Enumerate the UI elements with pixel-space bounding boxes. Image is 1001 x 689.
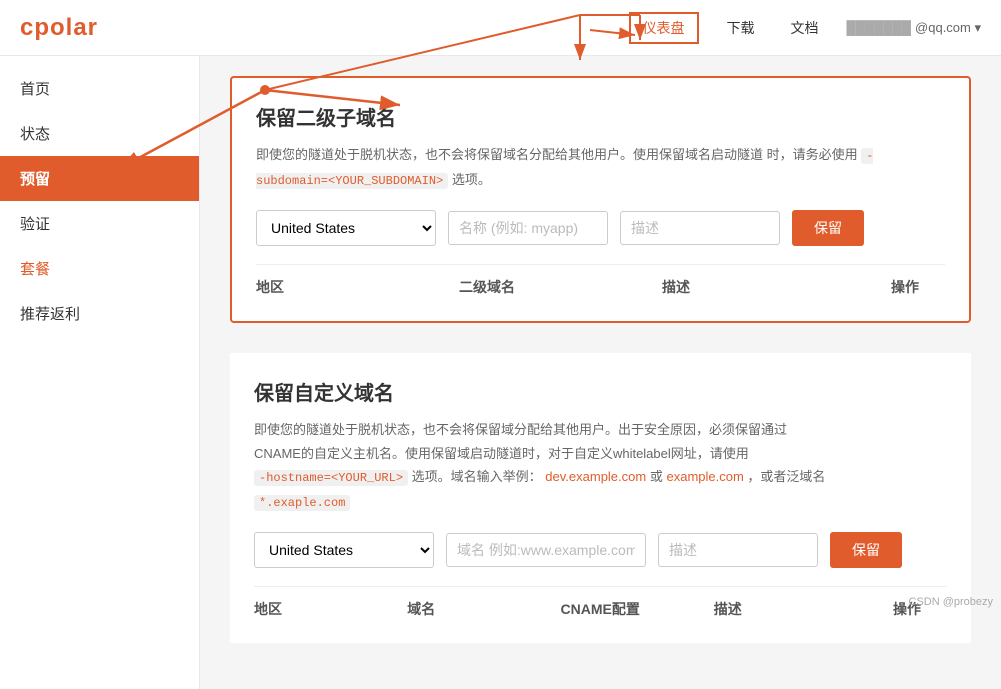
header-nav: 仪表盘 下载 文档 ███████ @qq.com ▾ [629,12,981,44]
section2-link1[interactable]: dev.example.com [545,469,646,484]
sidebar: 首页 状态 预留 验证 套餐 推荐返利 [0,56,200,689]
section2-title: 保留自定义域名 [254,377,947,406]
section1-name-input[interactable] [448,211,608,245]
section1-form-row: United States 保留 [256,210,945,246]
section1-col-subdomain: 二级域名 [459,277,662,297]
user-email: ███████ [847,20,911,35]
section1-title: 保留二级子域名 [256,102,945,131]
section1-desc3: 选项。 [452,172,491,187]
section1-save-button[interactable]: 保留 [792,210,864,246]
section2-desc3: 选项。域名输入举例： [412,469,542,484]
section1-country-select[interactable]: United States [256,210,436,246]
watermark: CSDN @probezy [908,596,993,608]
section2-country-select[interactable]: United States [254,532,434,568]
section-reserve-subdomain: 保留二级子域名 即使您的隧道处于脱机状态，也不会将保留域名分配给其他用户。使用保… [230,76,971,323]
section1-desc2: 时，请务必使用 [767,147,858,162]
dashboard-nav-item[interactable]: 仪表盘 [629,12,699,44]
section2-desc-input[interactable] [658,533,818,567]
docs-nav-item[interactable]: 文档 [783,14,827,42]
sidebar-item-referral[interactable]: 推荐返利 [0,291,199,336]
section2-desc4: 或 [650,469,663,484]
section1-col-op: 操作 [865,277,945,297]
sidebar-item-home[interactable]: 首页 [0,66,199,111]
sidebar-item-reserve[interactable]: 预留 [0,156,199,201]
sidebar-item-verify[interactable]: 验证 [0,201,199,246]
section2-domain-input[interactable] [446,533,646,567]
sidebar-item-plan[interactable]: 套餐 [0,246,199,291]
section2-link2[interactable]: example.com [666,469,743,484]
section1-col-desc: 描述 [662,277,865,297]
section-reserve-custom-domain: 保留自定义域名 即使您的隧道处于脱机状态，也不会将保留域分配给其他用户。出于安全… [230,353,971,643]
logo: cpolar [20,14,98,42]
main-content: 保留二级子域名 即使您的隧道处于脱机状态，也不会将保留域名分配给其他用户。使用保… [200,56,1001,689]
section2-code2: *.exaple.com [254,495,350,511]
layout: 首页 状态 预留 验证 套餐 推荐返利 保留二级子域名 [0,56,1001,689]
section2-code1: -hostname=<YOUR_URL> [254,470,408,486]
header: cpolar 仪表盘 下载 文档 ███████ @qq.com ▾ [0,0,1001,56]
sidebar-item-status[interactable]: 状态 [0,111,199,156]
section1-desc-input[interactable] [620,211,780,245]
section2-form-row: United States 保留 [254,532,947,568]
user-menu[interactable]: ███████ @qq.com ▾ [847,20,981,36]
download-nav-item[interactable]: 下载 [719,14,763,42]
section2-desc2: CNAME的自定义主机名。使用保留域启动隧道时，对于自定义whitelabel网… [254,446,749,461]
section1-desc: 即使您的隧道处于脱机状态，也不会将保留域名分配给其他用户。使用保留域名启动隧道 … [256,143,945,192]
section2-save-button[interactable]: 保留 [830,532,902,568]
section1-col-region: 地区 [256,277,459,297]
section2-col-region: 地区 [254,599,407,619]
section2-table-header: 地区 域名 CNAME配置 描述 操作 [254,586,947,619]
section2-col-cname: CNAME配置 [561,599,714,619]
section2-desc1: 即使您的隧道处于脱机状态，也不会将保留域分配给其他用户。出于安全原因，必须保留通… [254,422,787,437]
section2-col-desc: 描述 [714,599,867,619]
section2-desc5: ，或者泛域名 [747,469,825,484]
section2-col-domain: 域名 [407,599,560,619]
section1-desc1: 即使您的隧道处于脱机状态，也不会将保留域名分配给其他用户。使用保留域名启动隧道 [256,147,763,162]
section2-desc: 即使您的隧道处于脱机状态，也不会将保留域分配给其他用户。出于安全原因，必须保留通… [254,418,947,514]
section1-table-header: 地区 二级域名 描述 操作 [256,264,945,297]
